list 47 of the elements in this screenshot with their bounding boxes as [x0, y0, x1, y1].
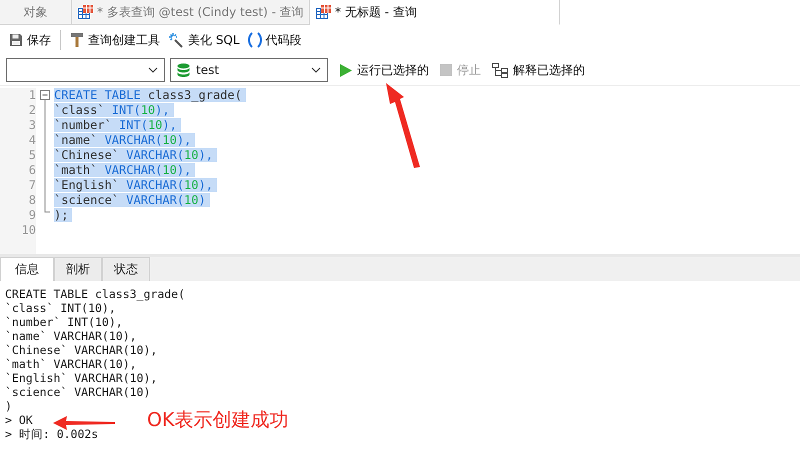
message-line: `math` VARCHAR(10), [5, 357, 137, 371]
stop-icon [440, 64, 452, 76]
line-number: 7 [28, 178, 36, 193]
toolbar-button[interactable]: 代码段 [244, 30, 305, 50]
line-number: 8 [28, 193, 36, 208]
line-number: 5 [28, 148, 36, 163]
message-line: `English` VARCHAR(10), [5, 371, 158, 385]
message-line: `number` INT(10), [5, 315, 123, 329]
tab[interactable]: 信息 [0, 257, 54, 281]
message-line: CREATE TABLE class3_grade( [5, 287, 186, 301]
message-line: > 时间: 0.002s [5, 427, 98, 441]
line-number: 10 [20, 223, 36, 238]
toolbar-button[interactable]: 解释已选择的 [489, 60, 588, 80]
toolbar-button[interactable]: 运行已选择的 [337, 60, 432, 80]
toolbar-button[interactable]: 保存 [6, 30, 54, 50]
database-icon [177, 62, 190, 78]
line-number: 3 [28, 118, 36, 133]
annotation-text: OK表示创建成功 [147, 409, 288, 431]
chevron-down-icon [311, 67, 321, 73]
message-line: `name` VARCHAR(10), [5, 329, 137, 343]
line-number: 9 [28, 208, 36, 223]
magic-wand-icon [168, 32, 184, 48]
line-number: 6 [28, 163, 36, 178]
tab[interactable]: * 多表查询 @test (Cindy test) - 查询 [72, 0, 310, 25]
annotation-arrow [53, 416, 115, 430]
table-icon [78, 5, 93, 19]
database-select[interactable]: test [170, 58, 328, 82]
tab[interactable]: 剖析 [54, 257, 102, 281]
chevron-down-icon [148, 67, 158, 73]
line-number: 1 [28, 88, 36, 103]
message-line: `class` INT(10), [5, 301, 116, 315]
hammer-icon [70, 32, 84, 48]
parentheses-icon [248, 32, 262, 48]
toolbar-button[interactable]: 查询创建工具 [67, 30, 163, 50]
play-icon [340, 64, 352, 76]
message-line: `Chinese` VARCHAR(10), [5, 343, 158, 357]
diagram-icon [492, 62, 508, 78]
tab[interactable]: 状态 [102, 257, 150, 281]
line-number: 4 [28, 133, 36, 148]
line-number: 2 [28, 103, 36, 118]
message-line: `science` VARCHAR(10) [5, 385, 150, 399]
tab[interactable]: 对象 [0, 0, 72, 25]
table-icon [316, 5, 331, 19]
connection-select[interactable] [6, 58, 165, 82]
message-line: ) [5, 399, 12, 413]
toolbar-button[interactable]: 美化 SQL [165, 30, 243, 50]
message-line: > OK [5, 413, 33, 427]
